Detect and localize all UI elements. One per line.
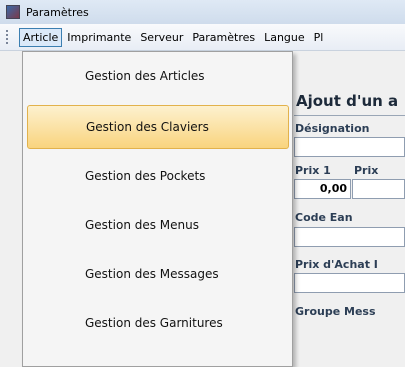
- menu-item-label: Gestion des Garnitures: [85, 316, 223, 330]
- groupe-label: Groupe Mess: [295, 305, 376, 318]
- menu-item-gestion-claviers[interactable]: Gestion des Claviers: [27, 105, 289, 149]
- menu-item-label: Gestion des Claviers: [86, 120, 209, 134]
- designation-label: Désignation: [295, 122, 370, 135]
- menu-imprimante[interactable]: Imprimante: [63, 28, 135, 47]
- menu-item-gestion-pockets[interactable]: Gestion des Pockets: [27, 154, 289, 198]
- prix2-field[interactable]: [352, 179, 405, 199]
- menu-item-gestion-menus[interactable]: Gestion des Menus: [27, 203, 289, 247]
- divider: [294, 115, 405, 116]
- menu-parametres[interactable]: Paramètres: [188, 28, 259, 47]
- prix-achat-field[interactable]: [294, 273, 405, 293]
- menu-langue[interactable]: Langue: [260, 28, 309, 47]
- app-icon: [6, 5, 20, 19]
- prix1-label: Prix 1: [295, 164, 331, 177]
- menu-item-label: Gestion des Messages: [85, 267, 219, 281]
- prix2-label: Prix: [354, 164, 379, 177]
- article-dropdown-menu: Gestion des Articles Gestion des Clavier…: [22, 51, 293, 367]
- toolbar-grip-icon[interactable]: [6, 30, 11, 44]
- form-title: Ajout d'un a: [296, 92, 399, 110]
- menu-item-gestion-messages[interactable]: Gestion des Messages: [27, 252, 289, 296]
- menu-item-label: Gestion des Articles: [85, 69, 205, 83]
- prix1-field[interactable]: 0,00: [294, 179, 351, 199]
- menu-pl[interactable]: Pl: [310, 28, 328, 47]
- menu-item-gestion-articles[interactable]: Gestion des Articles: [27, 54, 289, 98]
- menu-item-label: Gestion des Pockets: [85, 169, 206, 183]
- menu-article[interactable]: Article: [19, 27, 63, 47]
- designation-field[interactable]: [294, 137, 405, 157]
- menu-item-gestion-garnitures[interactable]: Gestion des Garnitures: [27, 301, 289, 345]
- title-bar: Paramètres: [0, 0, 405, 25]
- code-ean-field[interactable]: [294, 227, 405, 247]
- code-ean-label: Code Ean: [295, 211, 353, 224]
- menu-bar: Article Imprimante Serveur Paramètres La…: [0, 24, 405, 51]
- menu-item-label: Gestion des Menus: [85, 218, 199, 232]
- left-panel: [0, 51, 23, 367]
- prix-achat-label: Prix d'Achat I: [295, 258, 378, 271]
- window-title: Paramètres: [26, 5, 89, 19]
- menu-serveur[interactable]: Serveur: [136, 28, 187, 47]
